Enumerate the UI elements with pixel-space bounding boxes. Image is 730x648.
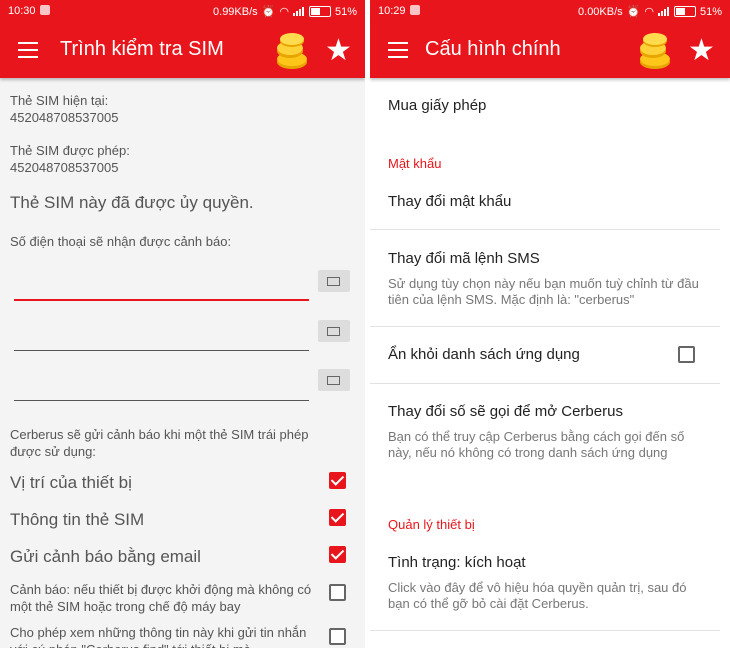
current-sim-label: Thẻ SIM hiện tại:	[10, 93, 109, 108]
divider	[370, 326, 720, 327]
page-title: Cấu hình chính	[425, 38, 561, 60]
option-email-alert-label: Gửi cảnh báo bằng email	[10, 547, 201, 566]
admin-status-title[interactable]: Tình trạng: kích hoạt	[388, 554, 526, 571]
contact-picker-button-3[interactable]	[318, 369, 350, 391]
alert-description: Cerberus sẽ gửi cảnh báo khi một thẻ SIM…	[10, 427, 309, 459]
phone-input-1[interactable]	[14, 299, 309, 301]
network-speed: 0.99KB/s	[213, 5, 258, 18]
status-time: 10:29	[378, 5, 420, 17]
coins-icon[interactable]	[276, 32, 308, 70]
status-bar: 10:29 0.00KB/s ⏰ ◠ 51%	[370, 0, 730, 24]
current-sim-value: 452048708537005	[10, 110, 119, 125]
option-email-alert-checkbox[interactable]	[329, 546, 346, 563]
signal-icon	[657, 7, 670, 16]
star-icon[interactable]: ★	[688, 36, 715, 66]
divider	[370, 229, 720, 230]
folder-icon	[327, 277, 340, 286]
alarm-icon: ⏰	[261, 6, 276, 18]
menu-icon[interactable]	[18, 42, 38, 58]
battery-icon	[673, 6, 696, 17]
change-call-number-title[interactable]: Thay đổi số sẽ gọi để mở Cerberus	[388, 403, 623, 420]
network-speed: 0.00KB/s	[578, 5, 623, 18]
status-right: 0.99KB/s ⏰ ◠ 51%	[213, 5, 357, 19]
notification-icon	[39, 5, 50, 15]
change-sms-command-summary: Sử dụng tùy chọn này nếu bạn muốn tuỳ ch…	[388, 276, 699, 307]
change-password-item[interactable]: Thay đổi mật khẩu	[388, 193, 511, 210]
allowed-sim-value: 452048708537005	[10, 160, 119, 175]
change-sms-command-title[interactable]: Thay đổi mã lệnh SMS	[388, 250, 540, 267]
category-device-admin: Quản lý thiết bị	[388, 517, 475, 532]
folder-icon	[327, 327, 340, 336]
hide-app-checkbox[interactable]	[678, 346, 695, 363]
option-device-location-checkbox[interactable]	[329, 472, 346, 489]
alarm-icon: ⏰	[626, 6, 641, 18]
phone-input-3[interactable]	[14, 400, 309, 401]
battery-percent: 51%	[699, 5, 722, 18]
battery-percent: 51%	[334, 5, 357, 18]
option-boot-warning-checkbox[interactable]	[329, 584, 346, 601]
battery-icon	[308, 6, 331, 17]
contact-picker-button-1[interactable]	[318, 270, 350, 292]
option-find-sms-label: Cho phép xem những thông tin này khi gửi…	[10, 625, 307, 648]
wifi-icon: ◠	[279, 6, 289, 18]
phones-label: Số điện thoại sẽ nhận được cảnh báo:	[10, 234, 232, 249]
buy-license-item[interactable]: Mua giấy phép	[388, 97, 486, 114]
menu-icon[interactable]	[388, 42, 408, 58]
status-bar: 10:30 0.99KB/s ⏰ ◠ 51%	[0, 0, 365, 24]
divider	[370, 630, 720, 631]
allowed-sim-label: Thẻ SIM được phép:	[10, 143, 130, 158]
option-boot-warning-label: Cảnh báo: nếu thiết bị được khởi động mà…	[10, 582, 312, 614]
wifi-icon: ◠	[644, 6, 654, 18]
app-bar: Trình kiểm tra SIM ★	[0, 24, 365, 78]
coins-icon[interactable]	[639, 32, 671, 70]
admin-status-summary: Click vào đây để vô hiệu hóa quyền quản …	[388, 580, 687, 611]
option-find-sms-checkbox[interactable]	[329, 628, 346, 645]
option-sim-info-label: Thông tin thẻ SIM	[10, 510, 145, 529]
app-bar: Cấu hình chính ★	[370, 24, 730, 78]
status-time: 10:30	[8, 5, 50, 17]
signal-icon	[292, 7, 305, 16]
folder-icon	[327, 376, 340, 385]
main-settings-screen: 10:29 0.00KB/s ⏰ ◠ 51% Cấu hình chính ★ …	[370, 0, 730, 648]
sim-checker-screen: 10:30 0.99KB/s ⏰ ◠ 51% Trình kiểm tra SI…	[0, 0, 365, 648]
category-password: Mật khẩu	[388, 156, 442, 171]
option-sim-info-checkbox[interactable]	[329, 509, 346, 526]
phone-input-2[interactable]	[14, 350, 309, 351]
notification-icon	[409, 5, 420, 15]
status-time-text: 10:30	[8, 5, 36, 17]
sim-authorized-text: Thẻ SIM này đã được ủy quyền.	[10, 193, 254, 212]
status-right: 0.00KB/s ⏰ ◠ 51%	[578, 5, 722, 19]
star-icon[interactable]: ★	[325, 36, 352, 66]
change-call-number-summary: Bạn có thể truy cập Cerberus bằng cách g…	[388, 429, 685, 460]
option-device-location-label: Vị trí của thiết bị	[10, 473, 132, 492]
status-time-text: 10:29	[378, 5, 406, 17]
hide-app-title[interactable]: Ẩn khỏi danh sách ứng dụng	[388, 346, 580, 363]
contact-picker-button-2[interactable]	[318, 320, 350, 342]
divider	[370, 383, 720, 384]
page-title: Trình kiểm tra SIM	[60, 38, 224, 60]
